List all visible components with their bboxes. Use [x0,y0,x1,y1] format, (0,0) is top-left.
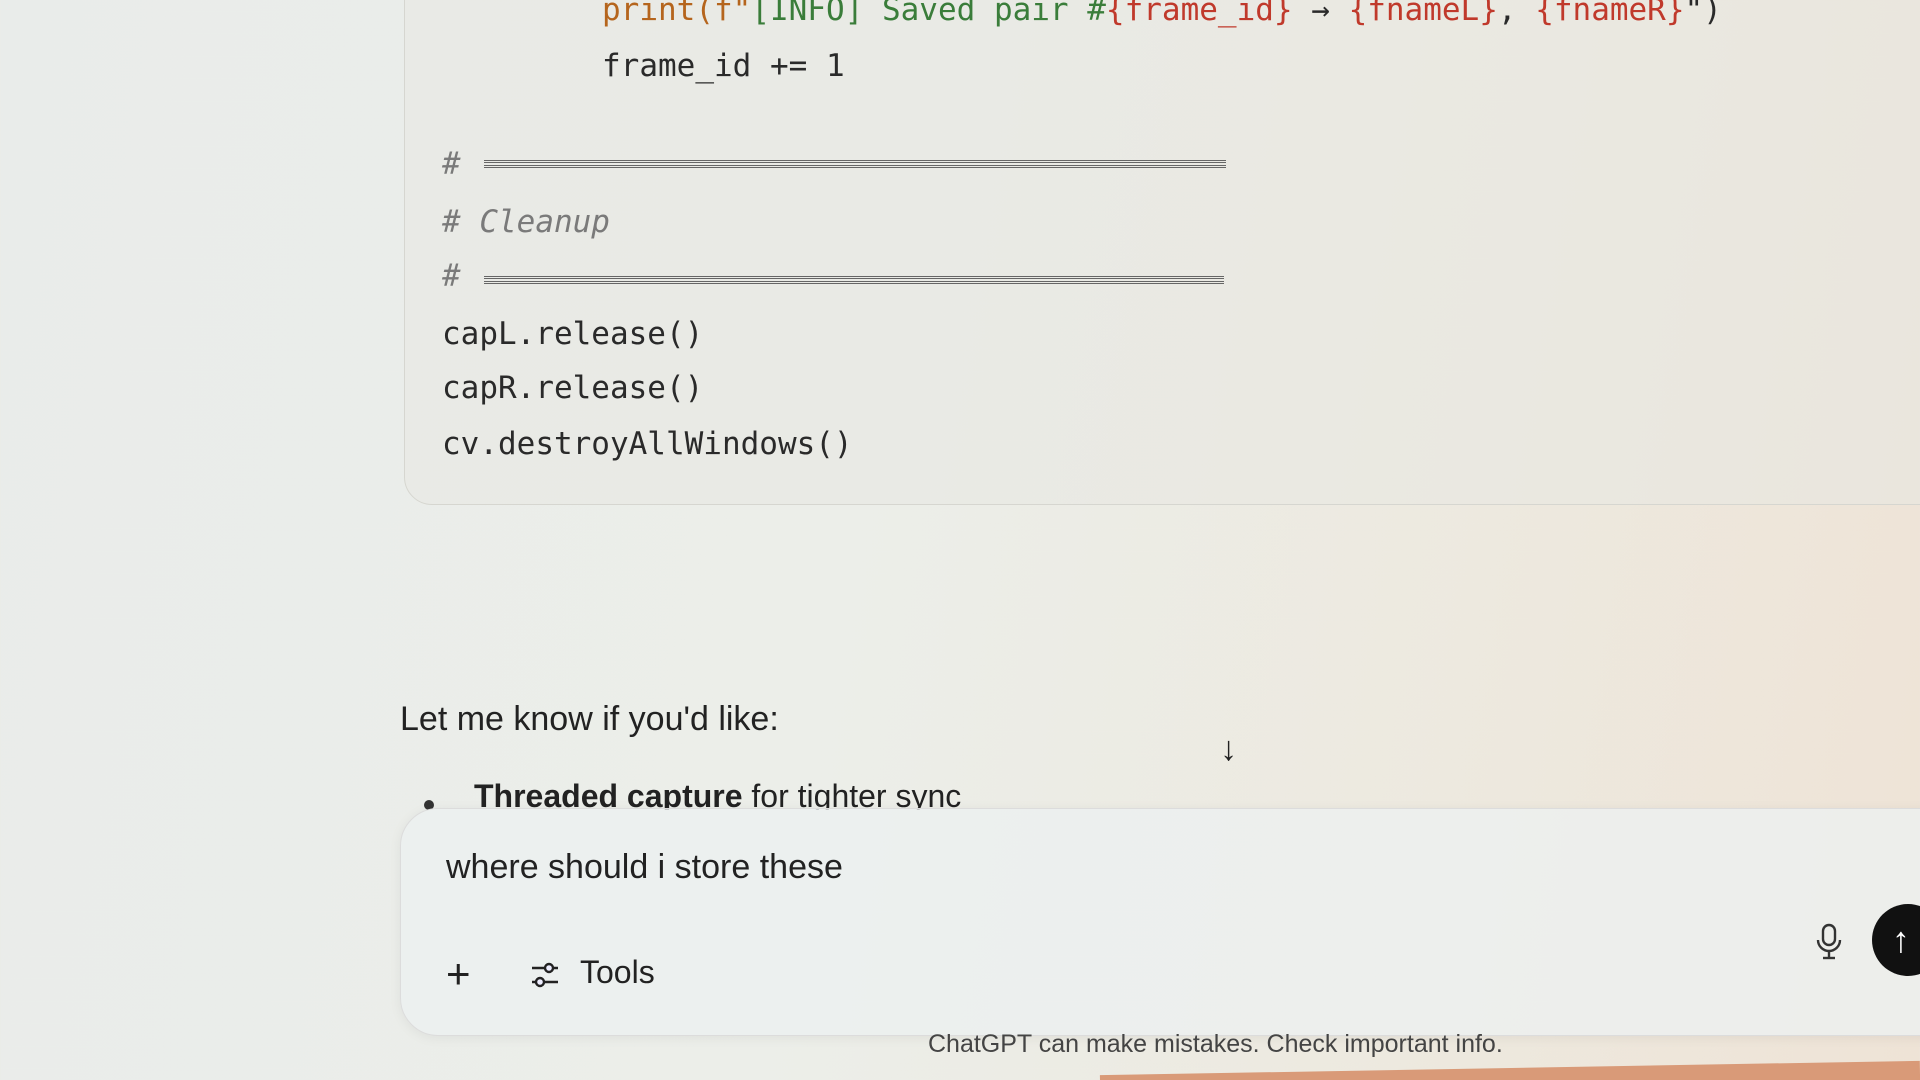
bullet-bold: Threaded capture [474,778,743,810]
code-line-capR: capR.release() [442,370,704,406]
code-token: {frame_id} [1105,0,1293,28]
code-comment-cleanup: # Cleanup [442,204,610,240]
code-line-print: print(f"[INFO] Saved pair #{frame_id} → … [602,0,1722,28]
bullet-rest: for tighter sync [742,778,962,810]
code-token: [INFO] Saved pair # [751,0,1106,28]
disclaimer-text: ChatGPT can make mistakes. Check importa… [928,1030,1503,1058]
scroll-down-button[interactable]: ↓ [1220,730,1237,769]
code-token: {fnameR} [1535,0,1685,28]
composer-box[interactable] [400,808,1920,1036]
comment-rule-line [484,276,1224,284]
code-line-capL: capL.release() [442,316,704,352]
comment-rule-line [484,160,1226,168]
assistant-message-text: Let me know if you'd like: [400,700,779,738]
code-comment-rule: # [442,258,461,294]
desk-edge [1099,1060,1920,1080]
bullet-item: Threaded capture for tighter sync [474,778,961,810]
microphone-icon[interactable] [1814,922,1844,962]
code-token: print( [602,0,714,28]
code-token: ") [1684,0,1722,28]
code-comment-rule: # [442,146,461,182]
code-token: f" [713,0,752,28]
code-line-destroy: cv.destroyAllWindows() [442,426,853,462]
code-token: → [1292,0,1349,28]
code-line-increment: frame_id += 1 [602,48,845,84]
composer-input[interactable]: where should i store these [446,848,843,887]
add-attachment-button[interactable]: + [446,950,471,998]
code-token: , [1497,0,1536,28]
code-token: {fnameL} [1348,0,1498,28]
tools-button[interactable]: Tools [580,954,655,991]
tools-sliders-icon[interactable] [528,958,562,992]
